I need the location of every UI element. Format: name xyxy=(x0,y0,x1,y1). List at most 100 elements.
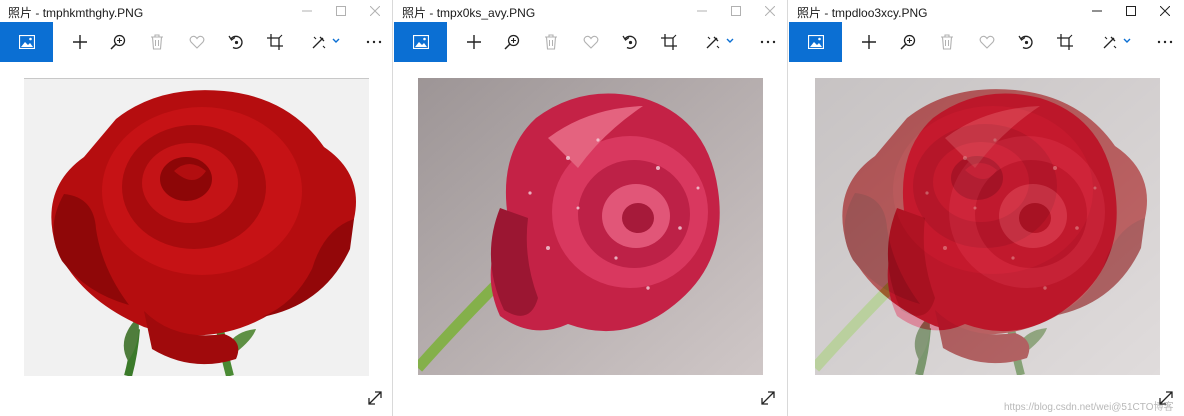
heart-icon xyxy=(979,35,995,49)
more-icon xyxy=(366,40,382,44)
gallery-icon xyxy=(807,35,824,49)
more-button[interactable] xyxy=(751,22,785,62)
title-bar[interactable]: 照片 - tmpx0ks_avy.PNG xyxy=(394,0,787,22)
minimize-icon xyxy=(302,10,312,12)
toolbar xyxy=(0,22,392,62)
edit-sparkle-icon xyxy=(312,36,340,49)
more-icon xyxy=(1157,40,1173,44)
edit-sparkle-icon xyxy=(1103,36,1131,49)
minimize-icon xyxy=(697,10,707,12)
delete-button[interactable] xyxy=(930,22,964,62)
see-all-photos-button[interactable] xyxy=(789,22,842,62)
photo-image xyxy=(418,78,763,375)
expand-icon xyxy=(1159,391,1173,405)
photos-window-3: 照片 - tmpdloo3xcy.PNG https://blog.csdn.n… xyxy=(789,0,1184,416)
add-to-button[interactable] xyxy=(457,22,491,62)
photo-canvas[interactable] xyxy=(0,62,392,416)
full-screen-button[interactable] xyxy=(364,387,386,409)
zoom-in-icon xyxy=(900,34,916,50)
crop-button[interactable] xyxy=(258,22,292,62)
photo-image xyxy=(24,78,369,376)
crop-icon xyxy=(1057,34,1073,50)
trash-icon xyxy=(941,34,953,50)
full-screen-button[interactable] xyxy=(1155,387,1177,409)
rotate-button[interactable] xyxy=(219,22,253,62)
photos-window-1: 照片 - tmphkmthghy.PNG xyxy=(0,0,393,416)
close-icon xyxy=(370,6,380,16)
gallery-icon xyxy=(18,35,35,49)
expand-icon xyxy=(368,391,382,405)
minimize-button[interactable] xyxy=(290,0,324,22)
photo-image xyxy=(815,78,1160,375)
photo-canvas[interactable] xyxy=(394,62,787,416)
plus-icon xyxy=(73,35,87,49)
minimize-button[interactable] xyxy=(685,0,719,22)
rotate-icon xyxy=(228,35,243,49)
gallery-icon xyxy=(412,35,429,49)
maximize-icon xyxy=(336,6,346,16)
window-title: 照片 - tmpx0ks_avy.PNG xyxy=(402,6,536,20)
plus-icon xyxy=(467,35,481,49)
more-button[interactable] xyxy=(1148,22,1182,62)
rotate-icon xyxy=(622,35,637,49)
heart-icon xyxy=(583,35,599,49)
maximize-button[interactable] xyxy=(324,0,358,22)
favorite-button[interactable] xyxy=(970,22,1004,62)
zoom-in-icon xyxy=(504,34,520,50)
delete-button[interactable] xyxy=(140,22,174,62)
trash-icon xyxy=(151,34,163,50)
maximize-button[interactable] xyxy=(719,0,753,22)
close-button[interactable] xyxy=(1148,0,1182,22)
maximize-button[interactable] xyxy=(1114,0,1148,22)
delete-button[interactable] xyxy=(534,22,568,62)
zoom-in-icon xyxy=(110,34,126,50)
photos-window-2: 照片 - tmpx0ks_avy.PNG xyxy=(394,0,788,416)
rotate-button[interactable] xyxy=(1009,22,1043,62)
add-to-button[interactable] xyxy=(63,22,97,62)
title-bar[interactable]: 照片 - tmphkmthghy.PNG xyxy=(0,0,392,22)
favorite-button[interactable] xyxy=(574,22,608,62)
see-all-photos-button[interactable] xyxy=(394,22,447,62)
zoom-button[interactable] xyxy=(101,22,135,62)
close-button[interactable] xyxy=(753,0,787,22)
maximize-icon xyxy=(731,6,741,16)
blended-rose-image xyxy=(815,78,1160,375)
crop-button[interactable] xyxy=(652,22,686,62)
expand-icon xyxy=(761,391,775,405)
zoom-button[interactable] xyxy=(891,22,925,62)
window-title: 照片 - tmpdloo3xcy.PNG xyxy=(797,6,928,20)
edit-sparkle-icon xyxy=(706,36,734,49)
title-bar[interactable]: 照片 - tmpdloo3xcy.PNG xyxy=(789,0,1184,22)
crop-icon xyxy=(661,34,677,50)
close-button[interactable] xyxy=(358,0,392,22)
more-button[interactable] xyxy=(357,22,391,62)
minimize-button[interactable] xyxy=(1080,0,1114,22)
rotate-icon xyxy=(1018,35,1033,49)
toolbar xyxy=(394,22,787,62)
pink-rose-image xyxy=(418,78,763,375)
close-icon xyxy=(765,6,775,16)
edit-create-button[interactable] xyxy=(699,22,741,62)
heart-icon xyxy=(189,35,205,49)
crop-button[interactable] xyxy=(1048,22,1082,62)
see-all-photos-button[interactable] xyxy=(0,22,53,62)
more-icon xyxy=(760,40,776,44)
photo-canvas[interactable]: https://blog.csdn.net/wei@51CTO博客 xyxy=(789,62,1184,416)
toolbar xyxy=(789,22,1184,62)
trash-icon xyxy=(545,34,557,50)
minimize-icon xyxy=(1092,10,1102,12)
full-screen-button[interactable] xyxy=(757,387,779,409)
favorite-button[interactable] xyxy=(180,22,214,62)
watermark-text: https://blog.csdn.net/wei@51CTO博客 xyxy=(1004,402,1174,413)
crop-icon xyxy=(267,34,283,50)
red-rose-image xyxy=(24,79,369,376)
zoom-button[interactable] xyxy=(495,22,529,62)
maximize-icon xyxy=(1126,6,1136,16)
plus-icon xyxy=(862,35,876,49)
window-title: 照片 - tmphkmthghy.PNG xyxy=(8,6,144,20)
close-icon xyxy=(1160,6,1170,16)
edit-create-button[interactable] xyxy=(305,22,347,62)
rotate-button[interactable] xyxy=(613,22,647,62)
edit-create-button[interactable] xyxy=(1096,22,1138,62)
add-to-button[interactable] xyxy=(852,22,886,62)
